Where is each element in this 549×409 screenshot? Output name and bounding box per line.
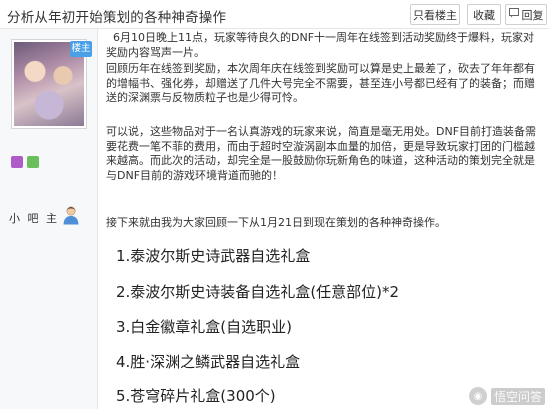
list-item: 3.白金徽章礼盒(自选职业) bbox=[116, 318, 293, 336]
game-icon[interactable] bbox=[27, 156, 39, 168]
user-info-panel: 楼主 小 吧 主 bbox=[0, 29, 98, 409]
post-header: 分析从年初开始策划的各种神奇操作 只看楼主 收藏 回复 bbox=[0, 0, 549, 29]
only-op-label: 只看楼主 bbox=[413, 8, 457, 22]
list-item: 2.泰波尔斯史诗装备自选礼盒(任意部位)*2 bbox=[116, 283, 400, 301]
post-title: 分析从年初开始策划的各种神奇操作 bbox=[7, 10, 227, 26]
list-item: 1.泰波尔斯史诗武器自选礼盒 bbox=[116, 247, 311, 265]
op-badge: 楼主 bbox=[70, 41, 92, 57]
only-op-button[interactable]: 只看楼主 bbox=[410, 4, 460, 25]
reply-icon bbox=[508, 8, 519, 21]
favorite-label: 收藏 bbox=[473, 8, 495, 22]
post-paragraph: 6月10日晚上11点，玩家等待良久的DNF十一周年在线签到活动奖励终于爆料，玩家… bbox=[106, 31, 535, 59]
post-paragraph: 回顾历年在线签到奖励，本次周年庆在线签到奖励可以算是史上最差了，砍去了年年都有的… bbox=[106, 62, 535, 105]
watermark: ◉ 悟空问答 bbox=[468, 387, 545, 405]
post-paragraph: 可以说，这些物品对于一名认真游戏的玩家来说，简直是毫无用处。DNF目前打造装备需… bbox=[106, 125, 537, 182]
list-item: 4.胜·深渊之鳞武器自选礼盒 bbox=[116, 353, 301, 371]
watermark-logo-icon: ◉ bbox=[468, 387, 487, 405]
post-paragraph: 接下来就由我为大家回顾一下从1月21日到现在策划的各种神奇操作。 bbox=[106, 216, 446, 229]
username[interactable]: 小 吧 主 bbox=[9, 210, 59, 226]
post-content: 6月10日晚上11点，玩家等待良久的DNF十一周年在线签到活动奖励终于爆料，玩家… bbox=[106, 29, 549, 409]
reply-label: 回复 bbox=[521, 8, 544, 22]
list-item: 5.苍穹碎片礼盒(300个) bbox=[116, 387, 276, 405]
person-icon bbox=[62, 205, 80, 225]
member-icon[interactable] bbox=[11, 156, 23, 168]
reply-button[interactable]: 回复 bbox=[505, 4, 547, 25]
user-badges bbox=[11, 156, 39, 168]
favorite-button[interactable]: 收藏 bbox=[467, 4, 501, 25]
watermark-text: 悟空问答 bbox=[490, 387, 545, 405]
